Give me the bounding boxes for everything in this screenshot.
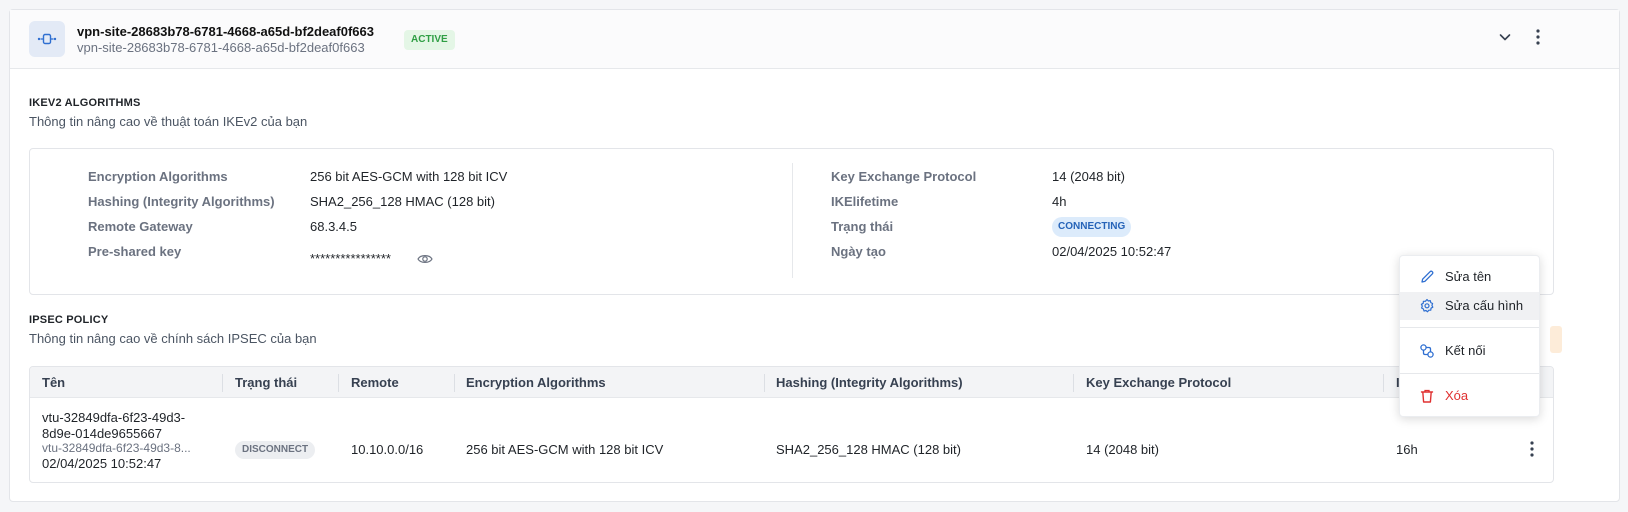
status-label: Trạng thái [831, 219, 894, 234]
key-exchange-protocol-label: Key Exchange Protocol [831, 169, 977, 184]
column-divider [792, 163, 793, 278]
remote-gateway-value: 68.3.4.5 [310, 219, 357, 234]
column-header-name[interactable]: Tên [30, 367, 65, 398]
encryption-algorithms-label: Encryption Algorithms [88, 169, 228, 184]
more-vertical-icon[interactable] [1524, 439, 1540, 459]
column-header-encryption[interactable]: Encryption Algorithms [454, 367, 606, 398]
policy-name-sub: vtu-32849dfa-6f23-49d3-8... [42, 441, 191, 455]
column-header-status[interactable]: Trạng thái [223, 367, 297, 398]
connect-icon [1419, 343, 1435, 359]
menu-item-connect[interactable]: Kết nối [1400, 337, 1539, 365]
trash-icon [1419, 388, 1435, 404]
site-subtitle: vpn-site-28683b78-6781-4668-a65d-bf2deaf… [77, 40, 365, 55]
ipsec-section-title: IPSEC POLICY [29, 314, 109, 326]
created-date-label: Ngày tạo [831, 244, 886, 259]
menu-divider [1400, 373, 1539, 374]
created-date-value: 02/04/2025 10:52:47 [1052, 244, 1172, 259]
table-header: Tên Trạng thái Remote Encryption Algorit… [30, 367, 1553, 398]
menu-item-label: Sửa tên [1445, 269, 1492, 284]
policy-name-line2: 8d9e-014de9655667 [42, 426, 163, 441]
menu-item-edit-config[interactable]: Sửa cấu hình [1400, 292, 1539, 320]
ipsec-section-description: Thông tin nâng cao về chính sách IPSEC c… [29, 331, 317, 346]
disconnect-status-badge: DISCONNECT [235, 441, 316, 459]
encryption-algorithms-value: 256 bit AES-GCM with 128 bit ICV [310, 169, 508, 184]
ikev2-details-panel: Encryption Algorithms 256 bit AES-GCM wi… [29, 148, 1554, 295]
remote-gateway-label: Remote Gateway [88, 219, 193, 234]
site-title: vpn-site-28683b78-6781-4668-a65d-bf2deaf… [77, 24, 374, 39]
pre-shared-key-label: Pre-shared key [88, 244, 182, 259]
ike-lifetime-value: 4h [1052, 194, 1067, 209]
policy-created-date: 02/04/2025 10:52:47 [42, 456, 162, 471]
site-status-badge: ACTIVE [404, 30, 455, 50]
policy-hashing: SHA2_256_128 HMAC (128 bit) [776, 442, 961, 457]
pre-shared-key-value: **************** [310, 251, 391, 266]
connecting-status-badge: CONNECTING [1052, 217, 1132, 237]
context-menu: Sửa tên Sửa cấu hình Kết nối Xóa [1399, 255, 1540, 417]
hashing-algorithms-label: Hashing (Integrity Algorithms) [88, 194, 275, 209]
ikev2-section-title: IKEV2 ALGORITHMS [29, 97, 141, 109]
ikev2-section-description: Thông tin nâng cao về thuật toán IKEv2 c… [29, 114, 308, 129]
column-header-hashing[interactable]: Hashing (Integrity Algorithms) [764, 367, 963, 398]
menu-item-delete[interactable]: Xóa [1400, 382, 1539, 410]
vpn-site-card: vpn-site-28683b78-6781-4668-a65d-bf2deaf… [9, 9, 1620, 502]
hashing-algorithms-value: SHA2_256_128 HMAC (128 bit) [310, 194, 495, 209]
ipsec-policy-table: Tên Trạng thái Remote Encryption Algorit… [29, 366, 1554, 483]
menu-item-rename[interactable]: Sửa tên [1400, 263, 1539, 291]
policy-name-line1: vtu-32849dfa-6f23-49d3- [42, 410, 186, 425]
site-to-site-vpn-icon [29, 21, 65, 57]
eye-icon[interactable] [417, 252, 433, 266]
policy-remote: 10.10.0.0/16 [351, 442, 424, 457]
column-header-key-exchange[interactable]: Key Exchange Protocol [1074, 367, 1231, 398]
action-button-edge[interactable] [1550, 326, 1562, 353]
menu-item-label: Kết nối [1445, 343, 1486, 358]
chevron-down-icon[interactable] [1496, 28, 1514, 46]
key-exchange-protocol-value: 14 (2048 bit) [1052, 169, 1125, 184]
policy-lifetime: 16h [1396, 442, 1418, 457]
policy-key-exchange: 14 (2048 bit) [1086, 442, 1159, 457]
menu-item-label: Sửa cấu hình [1445, 298, 1524, 313]
policy-encryption: 256 bit AES-GCM with 128 bit ICV [466, 442, 664, 457]
settings-gear-icon [1419, 298, 1435, 314]
more-vertical-icon[interactable] [1529, 27, 1547, 47]
column-header-remote[interactable]: Remote [339, 367, 399, 398]
menu-divider [1400, 327, 1539, 328]
ike-lifetime-label: IKElifetime [831, 194, 899, 209]
vpn-site-header[interactable]: vpn-site-28683b78-6781-4668-a65d-bf2deaf… [10, 10, 1619, 69]
pencil-icon [1419, 269, 1435, 285]
menu-item-label: Xóa [1445, 388, 1469, 403]
